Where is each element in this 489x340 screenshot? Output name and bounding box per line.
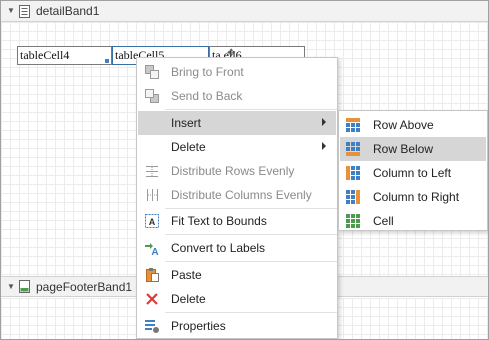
submenu-item-column-right[interactable]: Column to Right <box>340 185 486 209</box>
detail-band-header[interactable]: ▼ detailBand1 <box>1 1 488 22</box>
report-designer-surface: ▼ detailBand1 tableCell4 tableCell5 ta e… <box>0 0 489 340</box>
menu-separator <box>165 261 337 262</box>
send-to-back-icon <box>145 89 159 103</box>
menu-item-distribute-columns[interactable]: Distribute Columns Evenly <box>138 183 336 207</box>
menu-item-convert-labels[interactable]: A Convert to Labels <box>138 236 336 260</box>
menu-item-paste[interactable]: Paste <box>138 263 336 287</box>
page-footer-band-label: pageFooterBand1 [c <box>36 279 145 294</box>
cell-icon <box>346 214 360 228</box>
menu-separator <box>165 312 337 313</box>
bring-to-front-icon <box>145 65 159 79</box>
submenu-item-cell[interactable]: Cell <box>340 209 486 233</box>
menu-item-fit-text[interactable]: A Fit Text to Bounds <box>138 209 336 233</box>
distribute-columns-icon <box>147 189 158 201</box>
band-icon <box>19 280 30 293</box>
svg-text:A: A <box>149 217 156 227</box>
menu-item-delete[interactable]: Delete <box>138 287 336 311</box>
menu-item-send-to-back[interactable]: Send to Back <box>138 84 336 108</box>
delete-icon <box>146 293 158 305</box>
submenu-arrow-icon <box>322 118 326 126</box>
submenu-item-row-below[interactable]: Row Below <box>340 137 486 161</box>
menu-separator <box>165 109 337 110</box>
menu-item-properties[interactable]: Properties <box>138 314 336 338</box>
menu-item-insert[interactable]: Insert <box>138 111 336 135</box>
table-cell-4[interactable]: tableCell4 <box>17 46 112 65</box>
menu-item-bring-to-front[interactable]: Bring to Front <box>138 60 336 84</box>
distribute-rows-icon <box>146 166 158 177</box>
collapse-arrow-icon[interactable]: ▼ <box>7 7 15 15</box>
fit-text-icon: A <box>145 214 159 228</box>
svg-text:A: A <box>151 247 158 256</box>
properties-icon <box>145 320 159 333</box>
menu-item-distribute-rows[interactable]: Distribute Rows Evenly <box>138 159 336 183</box>
row-below-icon <box>346 142 360 156</box>
row-above-icon <box>346 118 360 132</box>
resize-handle[interactable] <box>105 59 109 63</box>
convert-to-labels-icon: A <box>145 243 159 256</box>
submenu-item-row-above[interactable]: Row Above <box>340 113 486 137</box>
insert-submenu: Row Above Row Below Column to Left Colum… <box>338 110 488 231</box>
submenu-item-column-left[interactable]: Column to Left <box>340 161 486 185</box>
column-right-icon <box>346 190 360 204</box>
band-icon <box>19 4 30 18</box>
column-left-icon <box>346 166 360 180</box>
submenu-arrow-icon <box>322 142 326 150</box>
menu-separator <box>165 234 337 235</box>
context-menu: Bring to Front Send to Back Insert Delet… <box>136 57 338 339</box>
menu-item-delete-submenu[interactable]: Delete <box>138 135 336 159</box>
detail-band-label: detailBand1 <box>36 4 100 18</box>
paste-icon <box>146 268 159 282</box>
collapse-arrow-icon[interactable]: ▼ <box>7 282 15 291</box>
